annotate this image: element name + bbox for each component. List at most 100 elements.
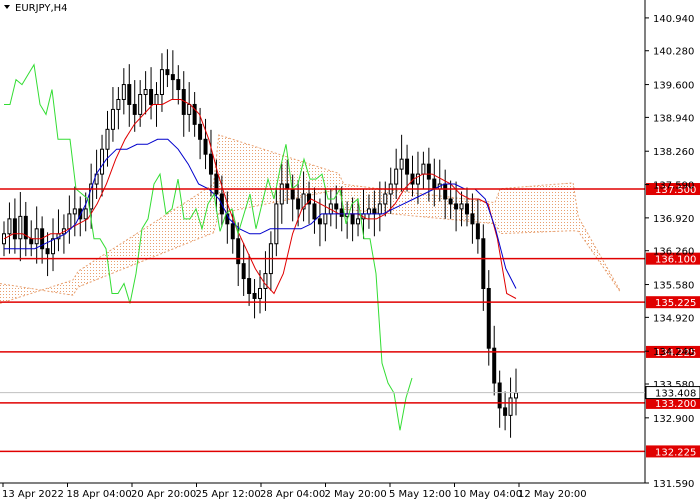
candle-body — [203, 138, 208, 155]
y-tick-label: 136.920 — [653, 214, 694, 225]
candle-body — [214, 173, 219, 195]
y-tick-label: 132.900 — [653, 414, 694, 425]
candle-body — [481, 238, 486, 290]
y-tick-label: 131.590 — [653, 479, 694, 490]
x-tick-label: 20 Apr 20:00 — [131, 489, 196, 500]
candle-body — [72, 208, 77, 215]
candle-body — [415, 173, 420, 185]
candle-body — [290, 188, 295, 200]
y-tick-label: 138.940 — [653, 113, 694, 124]
candle-body — [170, 74, 175, 81]
candle-body — [486, 288, 491, 349]
candle-body — [67, 213, 72, 230]
candle-body — [121, 84, 126, 100]
candle-body — [503, 407, 508, 416]
candle-body — [143, 89, 148, 96]
candle-body — [383, 193, 388, 205]
candle-body — [312, 203, 317, 220]
candle-body — [83, 208, 88, 220]
candle-body — [159, 69, 164, 96]
candle-body — [274, 203, 279, 245]
y-tick-label: 139.600 — [653, 81, 694, 92]
candle-body — [454, 203, 459, 210]
candle-body — [176, 79, 181, 91]
candle-body — [127, 84, 132, 105]
y-tick-label: 135.580 — [653, 281, 694, 292]
candle-body — [350, 213, 355, 225]
candle-body — [394, 168, 399, 185]
candle-body — [339, 208, 344, 217]
candle-body — [198, 123, 203, 140]
symbol-label: EURJPY,H4 — [15, 3, 68, 14]
candle-body — [514, 392, 518, 399]
candle-body — [258, 288, 262, 299]
y-tick-label: 134.240 — [653, 347, 694, 358]
candle-body — [464, 203, 469, 215]
candle-body — [7, 218, 12, 235]
y-tick-label: 137.590 — [653, 181, 694, 192]
level-label: 133.200 — [655, 399, 696, 410]
current-price-label: 133.408 — [655, 389, 696, 400]
y-tick-label: 140.940 — [653, 14, 694, 25]
candle-body — [497, 382, 502, 409]
candle-body — [421, 163, 426, 175]
level-label: 135.225 — [655, 298, 696, 309]
candle-body — [116, 98, 121, 110]
candle-body — [356, 218, 361, 225]
candle-body — [149, 89, 154, 105]
candle-body — [443, 183, 448, 200]
candle-body — [12, 218, 17, 240]
candle-body — [100, 148, 105, 175]
price-axis: 140.940 140.280 139.600 138.940 138.260 137.5… — [645, 14, 694, 490]
y-tick-label: 136.260 — [653, 247, 694, 258]
candle-body — [475, 223, 480, 240]
candle-body — [426, 163, 431, 180]
candle-body — [508, 397, 513, 416]
candle-body — [187, 103, 192, 115]
candle-body — [18, 215, 23, 240]
candle-body — [377, 203, 382, 215]
candle-body — [105, 128, 110, 150]
x-tick-label: 12 May 20:00 — [518, 489, 587, 500]
candle-body — [323, 213, 328, 225]
candle-body — [208, 153, 213, 175]
candle-body — [29, 238, 34, 245]
candle-body — [51, 238, 56, 255]
candle-body — [45, 248, 50, 255]
candle-body — [432, 178, 437, 190]
candle-body — [236, 238, 241, 265]
candle-body — [230, 223, 235, 240]
x-tick-label: 28 Apr 04:00 — [260, 489, 325, 500]
x-tick-label: 2 May 20:00 — [325, 489, 387, 500]
candle-body — [372, 208, 377, 215]
x-tick-label: 13 Apr 2022 — [2, 489, 64, 500]
x-tick-label: 18 Apr 04:00 — [67, 489, 132, 500]
candle-body — [334, 203, 339, 210]
candle-body — [132, 103, 137, 115]
candle-body — [165, 69, 170, 76]
candle-body — [34, 228, 39, 245]
candle-body — [252, 292, 257, 299]
candle-body — [459, 203, 464, 210]
candle-body — [138, 94, 143, 115]
level-label: 132.225 — [655, 447, 696, 458]
x-tick-label: 25 Apr 12:00 — [196, 489, 261, 500]
candle-body — [366, 208, 371, 215]
y-tick-label: 134.920 — [653, 313, 694, 324]
candle-body — [470, 213, 475, 225]
candle-body — [405, 158, 410, 175]
x-tick-label: 5 May 12:00 — [389, 489, 451, 500]
candle-body — [296, 198, 301, 210]
candle-body — [263, 273, 268, 290]
candle-body — [448, 198, 453, 205]
candle-body — [247, 278, 252, 294]
candle-body — [399, 158, 404, 170]
candle-body — [279, 183, 284, 205]
candle-body — [110, 108, 115, 130]
x-tick-label: 10 May 04:00 — [454, 489, 523, 500]
price-chart[interactable]: 137.500136.100135.225134.225133.200132.2… — [0, 0, 700, 500]
y-tick-label: 140.280 — [653, 47, 694, 58]
y-tick-label: 138.260 — [653, 147, 694, 158]
candle-body — [492, 347, 497, 384]
candle-body — [317, 218, 322, 225]
